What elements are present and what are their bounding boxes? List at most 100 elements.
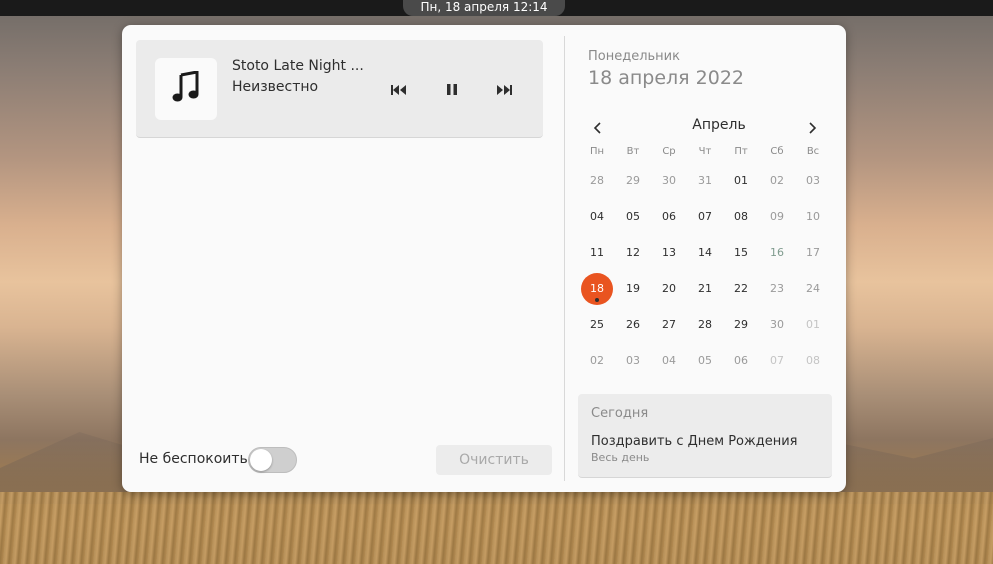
calendar-day[interactable]: 08 <box>797 345 829 377</box>
calendar-day[interactable]: 11 <box>581 237 613 269</box>
calendar-day-number: 05 <box>698 354 712 367</box>
calendar-day[interactable]: 27 <box>653 309 685 341</box>
calendar-day[interactable]: 06 <box>653 201 685 233</box>
calendar-day[interactable]: 31 <box>689 165 721 197</box>
calendar-day-number: 29 <box>626 174 640 187</box>
calendar-day-number: 02 <box>770 174 784 187</box>
calendar-day[interactable]: 25 <box>581 309 613 341</box>
events-header: Сегодня <box>591 406 649 421</box>
calendar-day[interactable]: 04 <box>581 201 613 233</box>
calendar-day[interactable]: 24 <box>797 273 829 305</box>
weekday-label: Пн <box>589 146 605 157</box>
previous-month-button[interactable] <box>586 117 608 139</box>
calendar-day[interactable]: 13 <box>653 237 685 269</box>
calendar-day-number: 06 <box>734 354 748 367</box>
calendar-day[interactable]: 30 <box>761 309 793 341</box>
calendar-day[interactable]: 08 <box>725 201 757 233</box>
calendar-day-number: 15 <box>734 246 748 259</box>
calendar-day-number: 30 <box>662 174 676 187</box>
calendar-day-number: 05 <box>626 210 640 223</box>
clock-button[interactable]: Пн, 18 апреля 12:14 <box>403 0 565 16</box>
calendar-day-number: 08 <box>806 354 820 367</box>
calendar-day[interactable]: 14 <box>689 237 721 269</box>
calendar-day-number: 28 <box>590 174 604 187</box>
calendar-day-number: 26 <box>626 318 640 331</box>
calendar-day[interactable]: 22 <box>725 273 757 305</box>
calendar-day-number: 08 <box>734 210 748 223</box>
event-time: Весь день <box>591 451 650 464</box>
calendar-day[interactable]: 04 <box>653 345 685 377</box>
calendar-day-number: 16 <box>770 246 784 259</box>
calendar-day[interactable]: 19 <box>617 273 649 305</box>
calendar-day[interactable]: 29 <box>617 165 649 197</box>
panel-divider <box>564 36 565 481</box>
calendar-day[interactable]: 07 <box>761 345 793 377</box>
album-art <box>155 58 217 120</box>
clear-notifications-button[interactable]: Очистить <box>436 445 552 475</box>
calendar-day-number: 21 <box>698 282 712 295</box>
media-player-card[interactable]: Stoto Late Night ... Неизвестно <box>136 40 543 138</box>
calendar-day-number: 04 <box>590 210 604 223</box>
calendar-day[interactable]: 12 <box>617 237 649 269</box>
calendar-day[interactable]: 17 <box>797 237 829 269</box>
calendar-day[interactable]: 21 <box>689 273 721 305</box>
calendar-day[interactable]: 02 <box>581 345 613 377</box>
calendar-day-number: 10 <box>806 210 820 223</box>
calendar-day-number: 01 <box>734 174 748 187</box>
weekday-label: Сб <box>770 146 784 157</box>
calendar-day-number: 09 <box>770 210 784 223</box>
calendar-day[interactable]: 28 <box>581 165 613 197</box>
calendar-day-number: 11 <box>590 246 604 259</box>
do-not-disturb-toggle[interactable] <box>248 447 297 473</box>
previous-track-icon <box>391 80 407 99</box>
calendar-day-number: 28 <box>698 318 712 331</box>
weekday-label: Пт <box>734 146 748 157</box>
calendar-day[interactable]: 30 <box>653 165 685 197</box>
calendar-day-number: 22 <box>734 282 748 295</box>
calendar-day[interactable]: 10 <box>797 201 829 233</box>
calendar-day[interactable]: 05 <box>617 201 649 233</box>
calendar-day[interactable]: 20 <box>653 273 685 305</box>
notification-calendar-panel: Stoto Late Night ... Неизвестно Не беспо… <box>122 25 846 492</box>
next-track-button[interactable] <box>494 80 514 98</box>
previous-track-button[interactable] <box>389 80 409 98</box>
weekday-heading[interactable]: Понедельник <box>588 49 680 64</box>
calendar-day[interactable]: 01 <box>797 309 829 341</box>
events-card[interactable]: Сегодня Поздравить с Днем Рождения Весь … <box>578 394 832 478</box>
calendar-day-number: 07 <box>698 210 712 223</box>
calendar-day-number: 03 <box>626 354 640 367</box>
calendar-day[interactable]: 03 <box>797 165 829 197</box>
calendar-day-number: 14 <box>698 246 712 259</box>
calendar-day[interactable]: 15 <box>725 237 757 269</box>
calendar-day[interactable]: 16 <box>761 237 793 269</box>
date-heading[interactable]: 18 апреля 2022 <box>588 67 744 89</box>
calendar-day[interactable]: 06 <box>725 345 757 377</box>
next-month-button[interactable] <box>802 117 824 139</box>
calendar-day-number: 13 <box>662 246 676 259</box>
media-title: Stoto Late Night ... <box>232 58 364 74</box>
calendar-day[interactable]: 07 <box>689 201 721 233</box>
calendar-day-number: 17 <box>806 246 820 259</box>
weekday-label: Вс <box>806 146 820 157</box>
calendar-day[interactable]: 05 <box>689 345 721 377</box>
calendar-day-number: 19 <box>626 282 640 295</box>
calendar-day[interactable]: 18 <box>581 273 613 305</box>
calendar-day-number: 01 <box>806 318 820 331</box>
calendar-day[interactable]: 02 <box>761 165 793 197</box>
calendar-day-number: 27 <box>662 318 676 331</box>
calendar-day-number: 07 <box>770 354 784 367</box>
calendar-day[interactable]: 23 <box>761 273 793 305</box>
calendar-day-number: 04 <box>662 354 676 367</box>
calendar-day[interactable]: 29 <box>725 309 757 341</box>
event-indicator-dot <box>595 298 599 302</box>
calendar-day-number: 24 <box>806 282 820 295</box>
calendar-day[interactable]: 01 <box>725 165 757 197</box>
calendar-day-number: 03 <box>806 174 820 187</box>
calendar-day[interactable]: 26 <box>617 309 649 341</box>
calendar-day[interactable]: 09 <box>761 201 793 233</box>
calendar-day[interactable]: 28 <box>689 309 721 341</box>
calendar-day-number: 02 <box>590 354 604 367</box>
toggle-knob <box>250 449 272 471</box>
calendar-day[interactable]: 03 <box>617 345 649 377</box>
pause-button[interactable] <box>442 80 462 98</box>
